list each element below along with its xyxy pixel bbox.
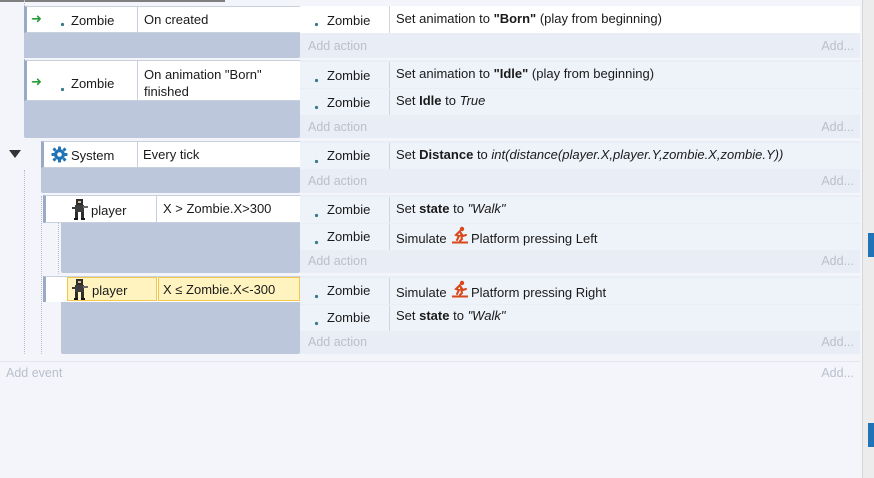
top-border [0, 0, 225, 2]
divider [389, 224, 390, 250]
condition-text-line1: On animation "Born" [144, 67, 262, 82]
add-action-link[interactable]: Add action [308, 174, 367, 188]
sprite-object-icon [314, 321, 319, 326]
divider [137, 61, 138, 100]
action-text: Simulate [396, 231, 447, 246]
add-action-more-link[interactable]: Add... [800, 120, 854, 134]
action-row[interactable]: Zombie Simulate Platform pressing Right [300, 278, 860, 304]
trigger-arrow-icon: ➜ [31, 74, 42, 89]
scrollbar-marker[interactable] [868, 233, 874, 257]
tree-guide [41, 196, 42, 354]
condition-text: X ≤ Zombie.X<-300 [163, 282, 276, 297]
action-row[interactable]: Zombie Set state to "Walk" [300, 305, 860, 331]
sprite-object-icon [314, 78, 319, 83]
add-action-link[interactable]: Add action [308, 335, 367, 349]
condition-block[interactable]: player X ≤ Zombie.X<-300 [43, 276, 300, 302]
sprite-object-icon [314, 22, 319, 27]
add-event-more-link[interactable]: Add... [800, 366, 854, 380]
condition-object-name: Zombie [71, 13, 115, 28]
condition-object-cell[interactable]: player [67, 277, 157, 301]
action-row[interactable]: Zombie Set Idle to True [300, 89, 860, 115]
action-row[interactable]: Zombie Set animation to "Idle" (play fro… [300, 62, 860, 88]
action-row[interactable]: Zombie Set Distance to int(distance(play… [300, 143, 860, 169]
platform-behavior-icon [452, 226, 468, 244]
sprite-object-icon [314, 105, 319, 110]
condition-text: X > Zombie.X>300 [163, 201, 272, 216]
trigger-arrow-icon: ➜ [31, 11, 42, 26]
scrollbar-marker[interactable] [868, 423, 874, 447]
action-text: Set animation to "Idle" (play from begin… [396, 66, 655, 81]
divider [137, 142, 138, 167]
condition-text-line2: finished [144, 84, 189, 99]
sprite-object-icon [314, 213, 319, 218]
divider [389, 143, 390, 169]
condition-object-name: player [92, 283, 128, 298]
condition-text: On created [144, 12, 209, 27]
divider [389, 278, 390, 304]
condition-object-name: Zombie [71, 76, 115, 91]
add-action-link[interactable]: Add action [308, 39, 367, 53]
divider [389, 197, 390, 223]
add-action-link[interactable]: Add action [308, 254, 367, 268]
action-text: Set Idle to True [396, 93, 486, 108]
player-sprite-icon [72, 199, 88, 220]
action-text: Set animation to "Born" (play from begin… [396, 11, 662, 26]
sprite-object-icon [314, 240, 319, 245]
tree-guide [58, 222, 59, 274]
sprite-object-icon [60, 22, 65, 27]
player-sprite-icon [72, 279, 88, 300]
condition-object-name: System [71, 148, 115, 163]
condition-object-name: player [91, 203, 127, 218]
action-object-name: Zombie [327, 68, 371, 83]
action-text: Simulate [396, 285, 447, 300]
action-object-name: Zombie [327, 310, 371, 325]
action-object-name: Zombie [327, 283, 371, 298]
platform-behavior-icon [452, 280, 468, 298]
action-row[interactable]: Zombie Set state to "Walk" [300, 197, 860, 223]
condition-text: Every tick [143, 147, 200, 162]
action-object-name: Zombie [327, 13, 371, 28]
divider [389, 62, 390, 88]
action-object-name: Zombie [327, 95, 371, 110]
divider [389, 89, 390, 115]
divider [156, 196, 157, 222]
tree-guide [24, 170, 25, 354]
condition-block[interactable]: player X > Zombie.X>300 [43, 195, 300, 223]
action-object-name: Zombie [327, 202, 371, 217]
condition-block[interactable]: ➜ Zombie On animation "Born" finished [24, 60, 300, 101]
add-action-link[interactable]: Add action [308, 120, 367, 134]
sprite-object-icon [60, 87, 65, 92]
condition-block[interactable]: System Every tick [41, 141, 300, 168]
sprite-object-icon [314, 159, 319, 164]
action-text-behavior: Platform pressing Left [471, 231, 598, 246]
action-text: Set state to "Walk" [396, 308, 506, 323]
add-event-link[interactable]: Add event [6, 366, 62, 380]
divider [389, 6, 390, 33]
condition-block[interactable]: ➜ Zombie On created [24, 6, 300, 33]
action-object-name: Zombie [327, 148, 371, 163]
action-object-name: Zombie [327, 229, 371, 244]
action-row[interactable]: Zombie Set animation to "Born" (play fro… [300, 6, 860, 33]
add-action-more-link[interactable]: Add... [800, 174, 854, 188]
condition-text-cell[interactable]: X ≤ Zombie.X<-300 [158, 277, 300, 301]
action-text: Set state to "Walk" [396, 201, 506, 216]
divider [0, 361, 860, 362]
action-text-behavior: Platform pressing Right [471, 285, 607, 300]
divider [137, 7, 138, 32]
sprite-object-icon [314, 294, 319, 299]
divider [389, 305, 390, 331]
add-action-more-link[interactable]: Add... [800, 254, 854, 268]
collapse-triangle-icon[interactable] [9, 150, 21, 158]
action-text: Set Distance to int(distance(player.X,pl… [396, 147, 784, 162]
add-action-more-link[interactable]: Add... [800, 335, 854, 349]
gear-icon [51, 146, 68, 163]
action-row[interactable]: Zombie Simulate Platform pressing Left [300, 224, 860, 250]
add-action-more-link[interactable]: Add... [800, 39, 854, 53]
